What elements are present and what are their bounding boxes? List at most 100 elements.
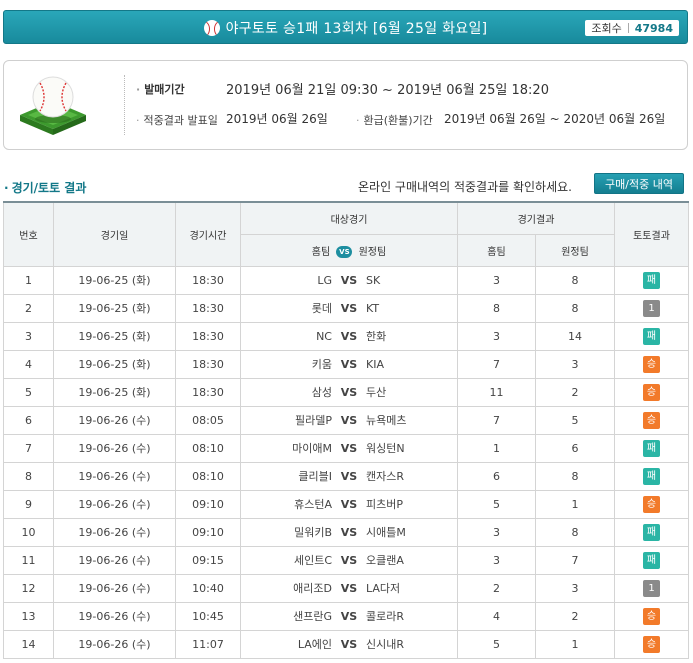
purchase-history-button[interactable]: 구매/적중 내역: [594, 173, 684, 194]
cell-date: 19-06-25 (화): [53, 321, 176, 351]
vs-label: VS: [340, 581, 358, 595]
results-body: 1 19-06-25 (화) 18:30 LG VS SK 3 8 패 2 19-06-25 (화)…: [3, 265, 689, 659]
cell-no: 13: [3, 601, 54, 631]
match-teams: 삼성 VS 두산: [241, 384, 457, 400]
cell-date: 19-06-25 (화): [53, 265, 176, 295]
sale-period-label: 발매기간: [136, 81, 184, 97]
match-teams: 세인트C VS 오클랜A: [241, 552, 457, 568]
cell-away-score: 7: [535, 545, 615, 575]
table-row: 11 19-06-26 (수) 09:15 세인트C VS 오클랜A 3 7 패: [3, 545, 689, 575]
cell-no: 10: [3, 517, 54, 547]
cell-date: 19-06-26 (수): [53, 545, 176, 575]
away-team: 피츠버P: [366, 498, 403, 511]
cell-match: 세인트C VS 오클랜A: [240, 545, 458, 575]
vs-label: VS: [340, 609, 358, 623]
cell-no: 2: [3, 293, 54, 323]
cell-time: 18:30: [175, 321, 241, 351]
table-row: 14 19-06-26 (수) 11:07 LA에인 VS 신시내R 5 1 승: [3, 629, 689, 659]
vs-label: VS: [340, 413, 358, 427]
table-row: 3 19-06-25 (화) 18:30 NC VS 한화 3 14 패: [3, 321, 689, 351]
cell-date: 19-06-26 (수): [53, 405, 176, 435]
cell-toto: 패: [614, 461, 689, 491]
home-team: 키움: [311, 358, 332, 371]
refund-label: 환급(환불)기간: [356, 112, 433, 128]
cell-no: 1: [3, 265, 54, 295]
cell-date: 19-06-25 (화): [53, 377, 176, 407]
cell-home-score: 5: [457, 489, 536, 519]
home-team: 마이애M: [292, 442, 332, 455]
home-team: 밀워키B: [294, 526, 332, 539]
vs-label: VS: [340, 469, 358, 483]
home-team: NC: [316, 329, 332, 343]
away-team: 신시내R: [366, 638, 405, 651]
cell-home-score: 1: [457, 433, 536, 463]
cell-no: 14: [3, 629, 54, 659]
cell-no: 4: [3, 349, 54, 379]
cell-away-score: 8: [535, 265, 615, 295]
baseball-icon: [203, 20, 220, 36]
vs-label: VS: [340, 357, 358, 371]
match-teams: 롯데 VS KT: [241, 300, 457, 316]
cell-toto: 승: [614, 349, 689, 379]
away-team: LA다저: [366, 582, 401, 595]
toto-result-badge: 패: [643, 439, 660, 457]
vs-label: VS: [340, 273, 358, 287]
cell-date: 19-06-25 (화): [53, 293, 176, 323]
cell-toto: 승: [614, 377, 689, 407]
toto-result-badge: 패: [643, 327, 660, 345]
cell-away-score: 2: [535, 377, 615, 407]
cell-no: 3: [3, 321, 54, 351]
cell-time: 08:10: [175, 461, 241, 491]
cell-match: 클리블I VS 캔자스R: [240, 461, 458, 491]
match-teams: 키움 VS KIA: [241, 356, 457, 372]
home-team: 클리블I: [298, 470, 332, 483]
match-teams: 마이애M VS 워싱턴N: [241, 440, 457, 456]
cell-match: 롯데 VS KT: [240, 293, 458, 323]
section-note: 온라인 구매내역의 적중결과를 확인하세요.: [358, 180, 572, 194]
away-team: 콜로라R: [366, 610, 405, 623]
match-teams: NC VS 한화: [241, 328, 457, 344]
home-team: 샌프란G: [293, 610, 332, 623]
cell-toto: 패: [614, 321, 689, 351]
cell-date: 19-06-25 (화): [53, 349, 176, 379]
vs-label: VS: [340, 497, 358, 511]
match-teams: 필라델P VS 뉴욕메츠: [241, 412, 457, 428]
results-table: 번호 경기일 경기시간 대상경기 경기결과 토토결과 홈팀 VS 원정팀 홈팀 …: [3, 201, 689, 659]
table-row: 9 19-06-26 (수) 09:10 휴스턴A VS 피츠버P 5 1 승: [3, 489, 689, 519]
cell-home-score: 6: [457, 461, 536, 491]
cell-away-score: 5: [535, 405, 615, 435]
cell-date: 19-06-26 (수): [53, 461, 176, 491]
vs-badge: VS: [336, 245, 353, 258]
away-team: SK: [366, 273, 381, 287]
home-team: 애리조D: [293, 582, 332, 595]
cell-toto: 패: [614, 433, 689, 463]
vs-label: VS: [340, 385, 358, 399]
sale-period-value: 2019년 06월 21일 09:30 ~ 2019년 06월 25일 18:2…: [226, 83, 549, 98]
cell-home-score: 7: [457, 349, 536, 379]
cell-away-score: 2: [535, 601, 615, 631]
away-team: KT: [366, 301, 380, 315]
cell-home-score: 7: [457, 405, 536, 435]
match-teams: 샌프란G VS 콜로라R: [241, 608, 457, 624]
cell-away-score: 8: [535, 293, 615, 323]
cell-home-score: 4: [457, 601, 536, 631]
toto-result-badge: 패: [643, 551, 660, 569]
cell-away-score: 6: [535, 433, 615, 463]
cell-date: 19-06-26 (수): [53, 629, 176, 659]
cell-toto: 패: [614, 545, 689, 575]
away-team: 오클랜A: [366, 554, 404, 567]
cell-toto: 승: [614, 405, 689, 435]
cell-time: 10:40: [175, 573, 241, 603]
cell-toto: 1: [614, 573, 689, 603]
cell-match: 마이애M VS 워싱턴N: [240, 433, 458, 463]
toto-result-badge: 승: [643, 635, 660, 653]
table-row: 8 19-06-26 (수) 08:10 클리블I VS 캔자스R 6 8 패: [3, 461, 689, 491]
toto-result-badge: 1: [643, 299, 660, 317]
section-title: 경기/토토 결과: [4, 179, 87, 196]
cell-toto: 패: [614, 265, 689, 295]
cell-match: LG VS SK: [240, 265, 458, 295]
cell-toto: 승: [614, 489, 689, 519]
cell-match: 키움 VS KIA: [240, 349, 458, 379]
cell-time: 09:10: [175, 517, 241, 547]
cell-time: 18:30: [175, 293, 241, 323]
